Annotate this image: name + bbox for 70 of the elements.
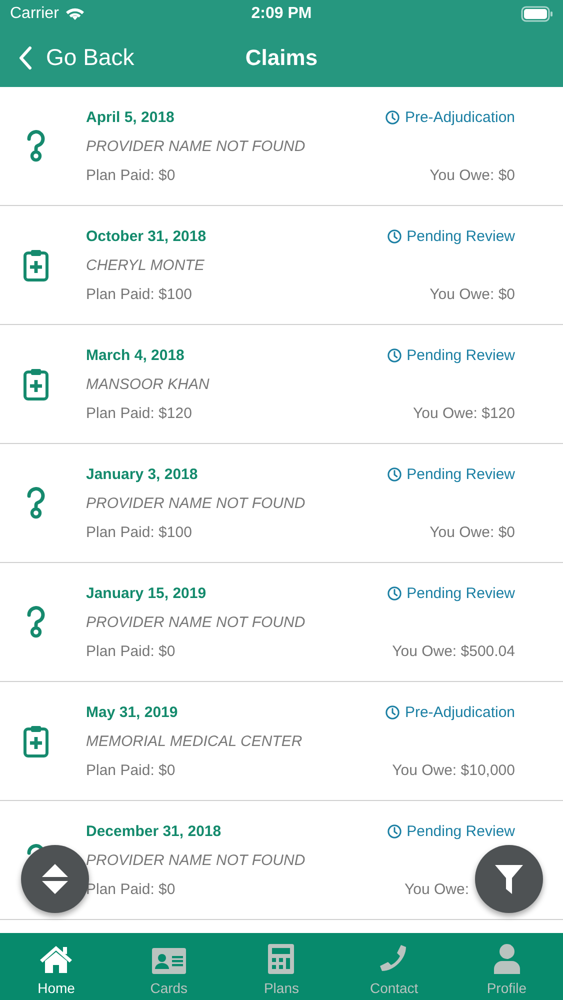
tab-item[interactable]: Home — [0, 933, 113, 1000]
clipboard-plus-icon — [23, 724, 49, 758]
provider-name: MANSOOR KHAN — [86, 376, 210, 392]
clock-icon — [386, 348, 402, 362]
you-owe: You Owe: $0 — [430, 166, 515, 184]
battery-icon — [521, 6, 553, 22]
clock-time: 2:09 PM — [251, 5, 312, 23]
clock-icon — [386, 466, 402, 482]
provider-name: PROVIDER NAME NOT FOUND — [86, 852, 306, 868]
claim-status: Pending Review — [386, 228, 515, 244]
plan-paid: Plan Paid: $0 — [86, 762, 176, 778]
provider-name: MEMORIAL MEDICAL CENTER — [86, 732, 302, 750]
tab-item[interactable]: Contact — [338, 933, 450, 1000]
clock-icon — [384, 110, 400, 124]
wifi-icon — [64, 7, 85, 21]
claim-row[interactable]: January 15, 2019 Pending Review PROVIDER NAME NOT FOUND Plan Paid: $0 You Owe: $500.04 — [0, 563, 563, 682]
carrier-label: Carrier — [10, 5, 59, 23]
back-button[interactable]: Go Back — [0, 44, 134, 71]
you-owe: You Owe: — [404, 880, 469, 898]
claim-status: Pending Review — [386, 466, 515, 482]
claim-row[interactable]: May 31, 2019 Pre-Adjudication MEMORIAL MEDICAL CENTER Plan Paid: $0 You Owe: $10,000 — [0, 682, 563, 801]
tab-item[interactable]: Plans — [225, 933, 338, 1000]
clock-icon — [384, 704, 400, 720]
home-icon — [39, 944, 74, 974]
you-owe: You Owe: $0 — [430, 524, 515, 540]
plan-paid: Plan Paid: $100 — [86, 524, 192, 540]
plan-paid: Plan Paid: $120 — [86, 404, 192, 422]
clock-icon — [386, 228, 402, 244]
claim-date: October 31, 2018 — [86, 228, 206, 244]
claim-status: Pre-Adjudication — [384, 108, 515, 126]
you-owe: You Owe: $120 — [412, 404, 515, 422]
screen-title: Claims — [245, 44, 318, 70]
tab-item[interactable]: Profile — [450, 933, 563, 1000]
claim-status: Pending Review — [386, 584, 515, 602]
claim-row[interactable]: March 4, 2018 Pending Review MANSOOR KHAN Plan Paid: $120 You Owe: $120 — [0, 325, 563, 444]
you-owe: You Owe: $10,000 — [392, 762, 515, 778]
calculator-icon — [268, 944, 294, 974]
provider-name: CHERYL MONTE — [86, 256, 204, 274]
claim-status: Pre-Adjudication — [384, 704, 515, 720]
id-card-icon — [152, 948, 186, 974]
claim-row[interactable]: April 5, 2018 Pre-Adjudication PROVIDER NAME NOT FOUND Plan Paid: $0 You Owe: $0 — [0, 87, 563, 206]
plan-paid: Plan Paid: $0 — [86, 642, 176, 660]
sort-icon — [40, 862, 70, 896]
plan-paid: Plan Paid: $100 — [86, 286, 192, 302]
provider-name: PROVIDER NAME NOT FOUND — [86, 138, 306, 154]
claim-row[interactable]: January 3, 2018 Pending Review PROVIDER NAME NOT FOUND Plan Paid: $100 You Owe: $0 — [0, 444, 563, 563]
filter-button[interactable] — [475, 845, 543, 913]
clock-icon — [386, 824, 402, 838]
plan-paid: Plan Paid: $0 — [86, 880, 176, 898]
claim-row[interactable]: October 31, 2018 Pending Review CHERYL MONTE Plan Paid: $100 You Owe: $0 — [0, 206, 563, 325]
plan-paid: Plan Paid: $0 — [86, 166, 176, 184]
claim-status: Pending Review — [386, 822, 515, 840]
chevron-left-icon — [18, 46, 32, 70]
tab-item[interactable]: Cards — [112, 933, 226, 1000]
claim-date: May 31, 2019 — [86, 704, 178, 720]
provider-name: PROVIDER NAME NOT FOUND — [86, 494, 306, 512]
clipboard-plus-icon — [23, 248, 49, 282]
claim-date: March 4, 2018 — [86, 346, 184, 364]
clipboard-plus-icon — [23, 367, 49, 401]
claim-date: December 31, 2018 — [86, 822, 222, 840]
you-owe: You Owe: $500.04 — [392, 642, 515, 660]
claim-date: January 3, 2018 — [86, 466, 198, 482]
provider-name: PROVIDER NAME NOT FOUND — [86, 614, 306, 630]
claim-date: January 15, 2019 — [86, 584, 206, 602]
you-owe: You Owe: $0 — [430, 286, 515, 302]
clock-icon — [386, 586, 402, 600]
claim-date: April 5, 2018 — [86, 108, 174, 126]
claim-status: Pending Review — [386, 346, 515, 364]
person-icon — [494, 944, 520, 974]
filter-icon — [493, 862, 525, 896]
